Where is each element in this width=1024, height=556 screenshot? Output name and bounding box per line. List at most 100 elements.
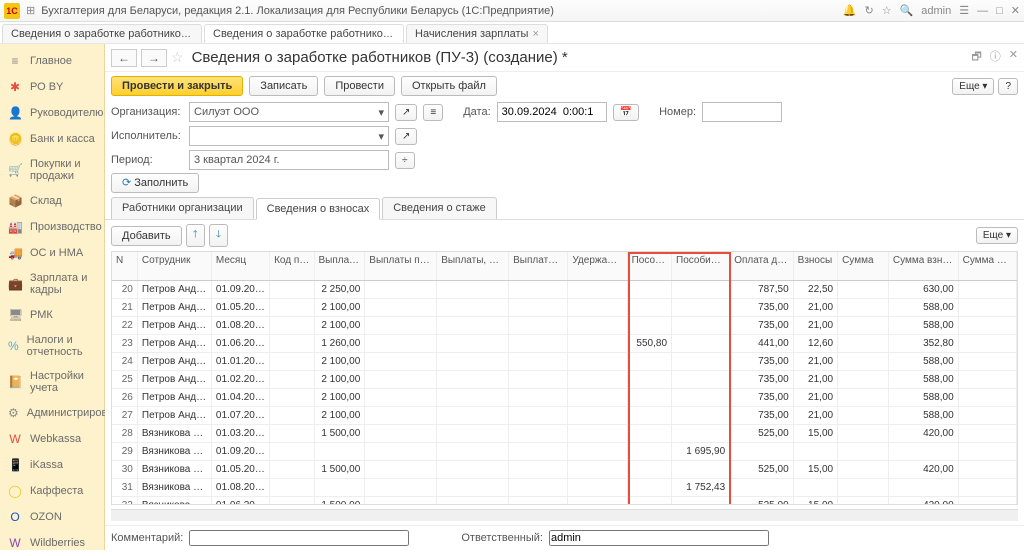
exec-select[interactable]: ▾ <box>189 126 389 146</box>
sidebar-item[interactable]: WWildberries <box>0 530 104 556</box>
fill-button[interactable]: ⟳ Заполнить <box>111 173 199 193</box>
sidebar-item[interactable]: 🏭Производство <box>0 214 104 240</box>
col-downtime-pay[interactable]: Выплаты, начисл. по простоям <box>437 252 509 280</box>
sidebar-label: OZON <box>30 511 62 523</box>
sidebar-icon: W <box>8 536 22 550</box>
sidebar-item[interactable]: 🚚ОС и НМА <box>0 240 104 266</box>
sidebar-item[interactable]: 💼Зарплата и кадры <box>0 266 104 302</box>
sidebar-label: РО BY <box>30 81 63 93</box>
table-row[interactable]: 20Петров Андрей...01.09.20242 250,00787,… <box>112 280 1017 298</box>
table-row[interactable]: 26Петров Андрей...01.04.20242 100,00735,… <box>112 388 1017 406</box>
sidebar-item[interactable]: 📦Склад <box>0 188 104 214</box>
col-sum-c[interactable]: Сумма взносо <box>958 252 1016 280</box>
table-row[interactable]: 23Петров Андрей...01.06.20241 260,00550,… <box>112 334 1017 352</box>
sub-tab[interactable]: Сведения о стаже <box>382 197 497 219</box>
table-row[interactable]: 22Петров Андрей...01.08.20242 100,00735,… <box>112 316 1017 334</box>
table-row[interactable]: 28Вязникова Ири...01.03.20241 500,00525,… <box>112 424 1017 442</box>
user-label[interactable]: admin <box>921 5 951 17</box>
popout-icon[interactable]: 🗗 <box>971 48 981 67</box>
write-button[interactable]: Записать <box>249 76 318 96</box>
col-maternity[interactable]: Пособия по БИР <box>672 252 730 280</box>
org-open-icon[interactable]: ↗ <box>395 104 417 121</box>
submit-close-button[interactable]: Провести и закрыть <box>111 76 243 96</box>
table-row[interactable]: 29Вязникова Ири...01.09.20241 695,90 <box>112 442 1017 460</box>
star-icon[interactable]: ☆ <box>882 4 892 17</box>
col-payments[interactable]: Выплаты <box>314 252 365 280</box>
sidebar-label: Банк и касса <box>30 133 95 145</box>
doc-tab[interactable]: Начисления зарплаты× <box>406 24 548 43</box>
col-vacation-pay[interactable]: Выплаты по отп. с частичн.сохр. з/п <box>365 252 437 280</box>
sidebar-item[interactable]: OOZON <box>0 504 104 530</box>
col-contrib[interactable]: Взносы <box>793 252 837 280</box>
data-grid[interactable]: N Сотрудник Месяц Код причины... Выплаты… <box>111 251 1018 505</box>
col-deductions[interactable]: Удержания по приговору... <box>568 252 627 280</box>
close-panel-icon[interactable]: ✕ <box>1009 48 1018 67</box>
sidebar-item[interactable]: ⚙Администрирование <box>0 400 104 426</box>
sidebar-item[interactable]: 🪙Банк и касса <box>0 126 104 152</box>
table-row[interactable]: 30Вязникова Ири...01.05.20241 500,00525,… <box>112 460 1017 478</box>
col-month[interactable]: Месяц <box>211 252 269 280</box>
sidebar-label: Склад <box>30 195 62 207</box>
sidebar-item[interactable]: ≡Главное <box>0 48 104 74</box>
open-file-button[interactable]: Открыть файл <box>401 76 497 96</box>
history-icon[interactable]: ↻ <box>864 4 873 17</box>
table-row[interactable]: 27Петров Андрей...01.07.20242 100,00735,… <box>112 406 1017 424</box>
window-close-icon[interactable]: ✕ <box>1011 4 1020 17</box>
doc-tab[interactable]: Сведения о заработке работников (ПУ-3)× <box>2 24 202 43</box>
list-mode-icon[interactable]: ≡ <box>423 104 443 121</box>
col-n[interactable]: N <box>112 252 137 280</box>
more-actions-button[interactable]: Еще ▾ <box>952 78 994 95</box>
help-button[interactable]: ? <box>998 78 1018 95</box>
responsible-input[interactable] <box>549 530 769 546</box>
col-benefits[interactable]: Пособия <box>627 252 671 280</box>
sub-tab[interactable]: Работники организации <box>111 197 254 219</box>
post-button[interactable]: Провести <box>324 76 395 96</box>
hamburger-icon[interactable]: ☰ <box>959 4 969 17</box>
comment-input[interactable] <box>189 530 409 546</box>
sidebar-item[interactable]: 👤Руководителю <box>0 100 104 126</box>
col-sum-on[interactable]: Сумма взносов на <box>888 252 958 280</box>
col-results-pay[interactable]: Выплаты, по результата... <box>509 252 568 280</box>
info-icon[interactable]: ⓘ <box>990 48 1001 67</box>
sidebar-item[interactable]: %Налоги и отчетность <box>0 328 104 364</box>
col-extra-pay[interactable]: Оплата доп свободного <box>730 252 793 280</box>
move-up-button[interactable]: 🡑 <box>186 224 205 247</box>
exec-open-icon[interactable]: ↗ <box>395 128 417 145</box>
grid-more-button[interactable]: Еще ▾ <box>976 227 1018 244</box>
search-icon[interactable]: 🔍 <box>900 4 914 17</box>
table-row[interactable]: 24Петров Андрей...01.01.20242 100,00735,… <box>112 352 1017 370</box>
move-down-button[interactable]: 🡓 <box>209 224 228 247</box>
favorite-star-icon[interactable]: ☆ <box>171 49 184 66</box>
table-row[interactable]: 21Петров Андрей...01.05.20242 100,00735,… <box>112 298 1017 316</box>
org-select[interactable]: Силуэт ООО▾ <box>189 102 389 122</box>
num-input[interactable] <box>702 102 782 122</box>
horizontal-scrollbar[interactable] <box>111 509 1018 521</box>
table-row[interactable]: 31Вязникова Ири...01.08.20241 752,43 <box>112 478 1017 496</box>
sidebar-item[interactable]: 🛒Покупки и продажи <box>0 152 104 188</box>
date-input[interactable] <box>497 102 607 122</box>
sidebar-item[interactable]: 📔Настройки учета <box>0 364 104 400</box>
calendar-icon[interactable]: 📅 <box>613 104 639 121</box>
period-select[interactable]: 3 квартал 2024 г. <box>189 150 389 170</box>
doc-tab[interactable]: Сведения о заработке работников (ПУ-3) (… <box>204 24 404 43</box>
nav-back-button[interactable]: ← <box>111 49 137 67</box>
col-employee[interactable]: Сотрудник <box>137 252 211 280</box>
add-row-button[interactable]: Добавить <box>111 226 182 246</box>
period-stepper-icon[interactable]: ÷ <box>395 152 415 169</box>
table-row[interactable]: 25Петров Андрей...01.02.20242 100,00735,… <box>112 370 1017 388</box>
sidebar-item[interactable]: 📱iKassa <box>0 452 104 478</box>
col-reason[interactable]: Код причины... <box>270 252 314 280</box>
bell-icon[interactable]: 🔔 <box>843 4 857 17</box>
sidebar-item[interactable]: ✱РО BY <box>0 74 104 100</box>
window-maximize-icon[interactable]: □ <box>996 5 1003 17</box>
col-sum[interactable]: Сумма <box>838 252 889 280</box>
sidebar-item[interactable]: 🖥РМК <box>0 302 104 328</box>
table-row[interactable]: 32Вязникова Ири...01.06.20241 500,00525,… <box>112 496 1017 505</box>
sidebar-item[interactable]: WWebkassa <box>0 426 104 452</box>
window-minimize-icon[interactable]: — <box>977 5 988 17</box>
sub-tab[interactable]: Сведения о взносах <box>256 198 381 220</box>
nav-forward-button[interactable]: → <box>141 49 167 67</box>
tab-close-icon[interactable]: × <box>532 28 538 40</box>
grid-menu-icon[interactable]: ⊞ <box>26 4 35 17</box>
sidebar-item[interactable]: ◯Каффеста <box>0 478 104 504</box>
